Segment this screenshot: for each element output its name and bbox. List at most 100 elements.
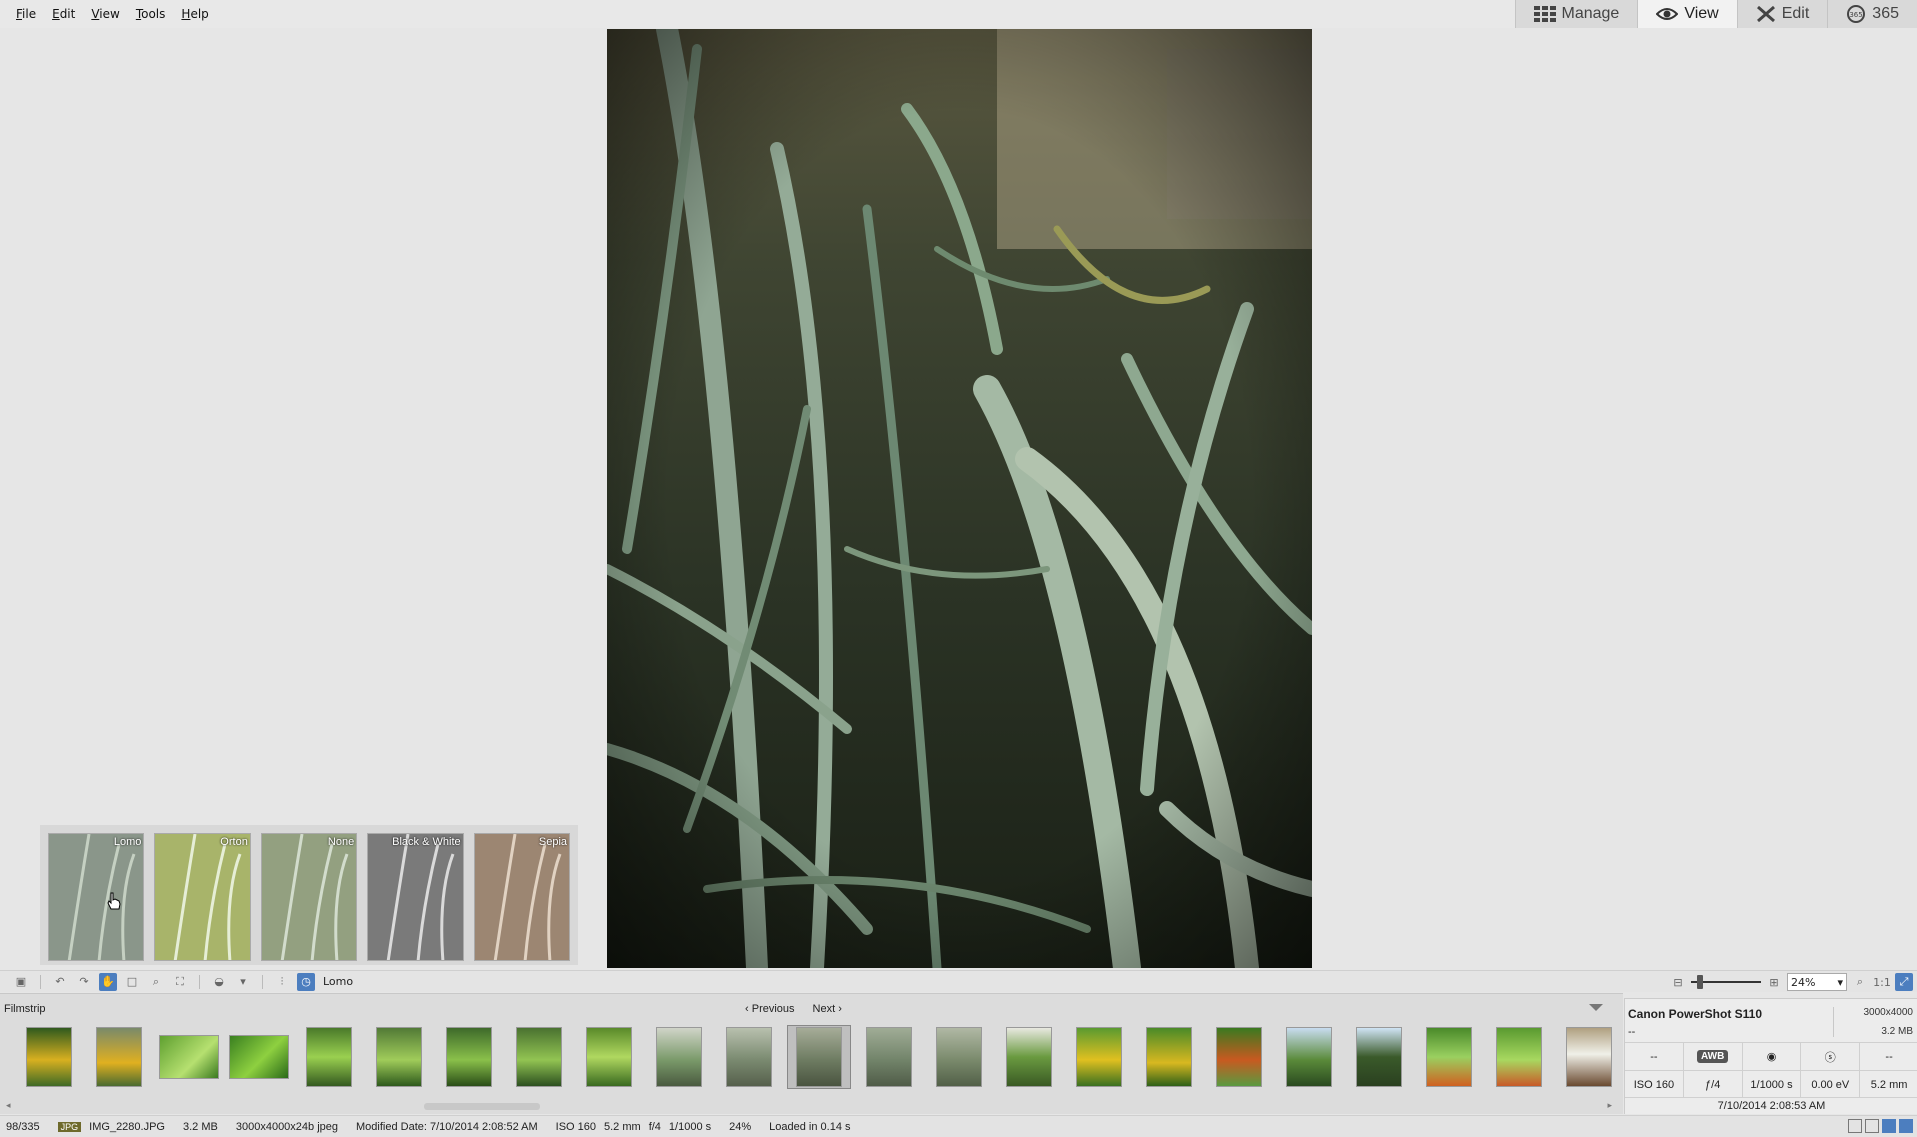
filmstrip-thumb[interactable] bbox=[508, 1026, 570, 1088]
filmstrip-thumb[interactable] bbox=[368, 1026, 430, 1088]
tab-manage[interactable]: Manage bbox=[1514, 0, 1638, 28]
camera-model: Canon PowerShot S110 bbox=[1628, 1007, 1763, 1021]
thumb-image bbox=[1006, 1027, 1052, 1087]
preset-black-white-thumb bbox=[368, 834, 463, 960]
menu-tools[interactable]: Tools bbox=[128, 7, 174, 21]
preset-sepia-thumb bbox=[474, 834, 570, 960]
filmstrip-thumb[interactable] bbox=[1208, 1026, 1270, 1088]
sync-icon[interactable] bbox=[1882, 1119, 1896, 1133]
scrollbar-thumb[interactable] bbox=[424, 1103, 540, 1110]
tab-view[interactable]: View bbox=[1637, 0, 1737, 28]
filmstrip-thumb[interactable] bbox=[718, 1026, 780, 1088]
filmstrip-thumb[interactable] bbox=[1278, 1026, 1340, 1088]
preset-sepia-label: Sepia bbox=[538, 836, 568, 848]
select-tool-icon[interactable]: □ bbox=[123, 973, 141, 991]
filmstrip-thumb[interactable] bbox=[158, 1026, 220, 1088]
capture-date: 7/10/2014 2:08:53 AM bbox=[1625, 1097, 1917, 1114]
status-file-size: 3.2 MB bbox=[183, 1120, 218, 1133]
filmstrip-thumb[interactable] bbox=[1068, 1026, 1130, 1088]
filmstrip-thumb[interactable] bbox=[438, 1026, 500, 1088]
svg-text:365: 365 bbox=[1850, 11, 1863, 19]
previous-button[interactable]: ‹ Previous bbox=[745, 1003, 795, 1015]
filmstrip-thumb[interactable] bbox=[1138, 1026, 1200, 1088]
preset-lomo-label: Lomo bbox=[113, 836, 142, 848]
filmstrip-thumb[interactable] bbox=[648, 1026, 710, 1088]
menu-edit[interactable]: Edit bbox=[44, 7, 83, 21]
tab-edit[interactable]: Edit bbox=[1736, 0, 1828, 28]
next-button[interactable]: Next › bbox=[813, 1003, 842, 1015]
tab-edit-label: Edit bbox=[1781, 5, 1810, 22]
dropdown-arrow-icon[interactable]: ▾ bbox=[234, 973, 252, 991]
filmstrip-thumb[interactable] bbox=[88, 1026, 150, 1088]
zoom-slider-knob[interactable] bbox=[1697, 975, 1703, 989]
fit-window-icon[interactable]: ⤢ bbox=[1895, 973, 1913, 991]
exif-extra: -- bbox=[1885, 1050, 1893, 1063]
preset-sepia[interactable]: Sepia bbox=[473, 833, 571, 961]
view-toolbar: ▣ ↶ ↷ ✋ □ ⌕ ⛶ ◒ ▾ ⫶ ◷ Lomo ⊟ ⊞ 24% ▾ ⌕ 1… bbox=[0, 970, 1917, 992]
shutter-value: 1/1000 s bbox=[1743, 1071, 1802, 1098]
menu-view[interactable]: View bbox=[83, 7, 127, 21]
filmstrip-thumb-selected[interactable] bbox=[787, 1025, 851, 1089]
panel-toggle-icon[interactable] bbox=[1848, 1119, 1862, 1133]
rotate-right-icon[interactable]: ↷ bbox=[75, 973, 93, 991]
thumb-image bbox=[1076, 1027, 1122, 1087]
histogram-icon[interactable] bbox=[1865, 1119, 1879, 1133]
thumb-image bbox=[866, 1027, 912, 1087]
fullscreen-icon[interactable]: ⛶ bbox=[171, 973, 189, 991]
rotate-left-icon[interactable]: ↶ bbox=[51, 973, 69, 991]
exposure-program: -- bbox=[1625, 1043, 1684, 1070]
palette-icon[interactable]: ◒ bbox=[210, 973, 228, 991]
zoom-in-icon[interactable]: ⊞ bbox=[1765, 973, 1783, 991]
preset-orton[interactable]: Orton bbox=[154, 833, 251, 961]
filmstrip-thumb[interactable] bbox=[1558, 1026, 1620, 1088]
zoom-value: 24% bbox=[1791, 975, 1816, 989]
preset-lomo[interactable]: Lomo bbox=[48, 833, 145, 961]
tab-365[interactable]: 365 365 bbox=[1827, 0, 1917, 28]
status-modified-date: Modified Date: 7/10/2014 2:08:52 AM bbox=[356, 1120, 538, 1133]
filmstrip-thumb[interactable] bbox=[228, 1026, 290, 1088]
menu-help[interactable]: Help bbox=[173, 7, 216, 21]
status-aperture: f/4 bbox=[648, 1120, 661, 1133]
preset-black-white[interactable]: Black & White bbox=[367, 833, 464, 961]
scroll-right-icon[interactable]: ▸ bbox=[1607, 1101, 1612, 1111]
filmstrip-thumb[interactable] bbox=[1348, 1026, 1410, 1088]
lens-value: -- bbox=[1628, 1026, 1636, 1038]
filmstrip-thumb[interactable] bbox=[578, 1026, 640, 1088]
thumb-image bbox=[1356, 1027, 1402, 1087]
filmstrip-thumb[interactable] bbox=[1488, 1026, 1550, 1088]
check-icon[interactable] bbox=[1899, 1119, 1913, 1133]
zoom-tool-icon[interactable]: ⌕ bbox=[147, 973, 165, 991]
zoom-fit-icon[interactable]: ⌕ bbox=[1851, 973, 1869, 991]
chevron-down-icon: ▾ bbox=[1837, 975, 1843, 989]
filmstrip-thumb[interactable] bbox=[998, 1026, 1060, 1088]
filter-icon[interactable]: ◷ bbox=[297, 972, 315, 991]
zoom-select[interactable]: 24% ▾ bbox=[1787, 973, 1847, 991]
info-panel: Canon PowerShot S110 3000x4000 -- 3.2 MB… bbox=[1624, 998, 1917, 1114]
collapse-icon[interactable] bbox=[1589, 1004, 1603, 1011]
filmstrip-scrollbar[interactable]: ◂ ▸ bbox=[6, 1101, 1612, 1111]
tab-365-label: 365 bbox=[1872, 5, 1899, 22]
filmstrip-thumb[interactable] bbox=[858, 1026, 920, 1088]
scroll-left-icon[interactable]: ◂ bbox=[6, 1101, 11, 1111]
tab-manage-label: Manage bbox=[1561, 5, 1620, 22]
menu-file[interactable]: File bbox=[8, 7, 44, 21]
zoom-out-icon[interactable]: ⊟ bbox=[1669, 973, 1687, 991]
mode-tabs: Manage View Edit 365 365 bbox=[1514, 0, 1917, 28]
hand-tool-icon[interactable]: ✋ bbox=[99, 972, 117, 991]
thumb-image bbox=[586, 1027, 632, 1087]
thumb-image bbox=[229, 1035, 289, 1079]
main-photo[interactable] bbox=[607, 29, 1312, 968]
filmstrip-thumb[interactable] bbox=[18, 1026, 80, 1088]
thumb-image bbox=[516, 1027, 562, 1087]
fit-icon[interactable]: ▣ bbox=[12, 973, 30, 991]
info-divider bbox=[1833, 1007, 1834, 1037]
zoom-slider[interactable] bbox=[1691, 975, 1761, 989]
filmstrip-thumb[interactable] bbox=[298, 1026, 360, 1088]
filmstrip-thumb[interactable] bbox=[928, 1026, 990, 1088]
preset-black-white-label: Black & White bbox=[392, 836, 461, 848]
preset-none[interactable]: None bbox=[260, 833, 358, 961]
filmstrip-thumb[interactable] bbox=[1418, 1026, 1480, 1088]
thumb-image bbox=[306, 1027, 352, 1087]
adjust-icon[interactable]: ⫶ bbox=[273, 973, 291, 991]
actual-size-icon[interactable]: 1:1 bbox=[1873, 973, 1891, 991]
